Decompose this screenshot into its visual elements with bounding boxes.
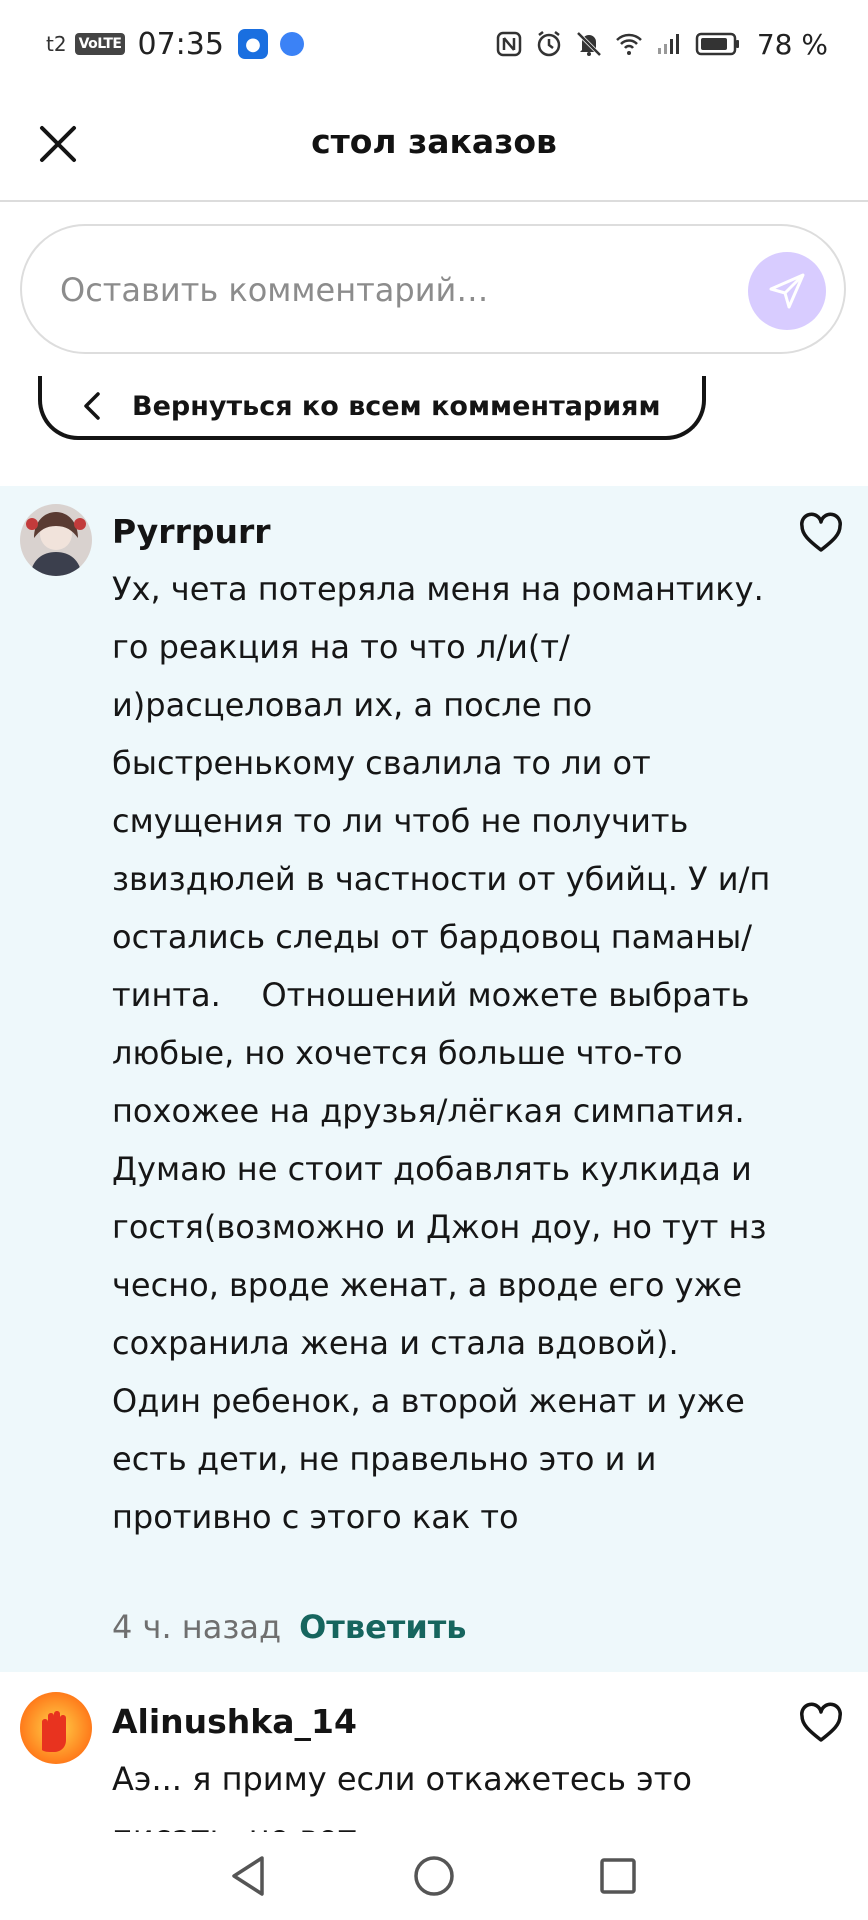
chevron-left-icon <box>84 392 100 420</box>
avatar[interactable] <box>20 1692 92 1764</box>
circle-home-icon <box>414 1856 454 1896</box>
send-button[interactable] <box>748 252 826 330</box>
carrier-label: t2 <box>46 32 67 56</box>
battery-percent: 78 % <box>756 27 828 61</box>
volte-badge: VoLTE <box>74 33 126 55</box>
app-notification-icon <box>279 32 304 56</box>
back-button-label: Вернуться ко всем комментариям <box>132 390 661 422</box>
square-recents-icon <box>600 1858 636 1894</box>
nav-recents-button[interactable] <box>592 1850 644 1902</box>
triangle-back-icon <box>232 1856 264 1896</box>
like-heart-icon[interactable] <box>798 1702 844 1744</box>
comment-meta: 4 ч. назад Ответить <box>112 1608 467 1646</box>
back-to-all-comments-button[interactable]: Вернуться ко всем комментариям <box>38 376 706 440</box>
nav-back-button[interactable] <box>222 1850 274 1902</box>
comment-item: Pyrrpurr Ух, чета потеряла меня на роман… <box>0 486 868 1672</box>
comment-composer <box>20 224 846 354</box>
page-title: стол заказов <box>311 122 557 161</box>
wifi-icon <box>615 33 642 55</box>
status-left: t2 VoLTE 07:35 ● <box>46 24 304 64</box>
alarm-icon <box>537 31 561 57</box>
status-right: 78 % <box>495 24 828 64</box>
comment-username[interactable]: Pyrrpurr <box>112 512 271 551</box>
top-app-bar: стол заказов <box>0 88 868 202</box>
lightbulb-icon: ● <box>237 29 268 59</box>
battery-icon <box>695 32 739 56</box>
status-bar: t2 VoLTE 07:35 ● 78 % <box>0 0 868 88</box>
reply-button[interactable]: Ответить <box>299 1608 466 1646</box>
avatar[interactable] <box>20 504 92 576</box>
comment-text: Ух, чета потеряла меня на романтику. го … <box>112 570 771 1536</box>
mute-icon <box>576 31 602 57</box>
like-heart-icon[interactable] <box>798 512 844 554</box>
comment-item: Alinushka_14 Аэ... я приму если откажете… <box>0 1672 868 1856</box>
nav-home-button[interactable] <box>408 1850 460 1902</box>
clock: 07:35 <box>137 26 224 62</box>
comment-input[interactable] <box>58 256 722 324</box>
nfc-icon <box>496 31 522 57</box>
send-icon <box>769 273 805 309</box>
avatar-image <box>20 1692 92 1764</box>
comment-username[interactable]: Alinushka_14 <box>112 1702 357 1741</box>
avatar-image <box>20 504 92 576</box>
comment-time: 4 ч. назад <box>112 1608 282 1646</box>
system-nav-bar <box>0 1832 868 1920</box>
signal-icon <box>657 34 679 54</box>
